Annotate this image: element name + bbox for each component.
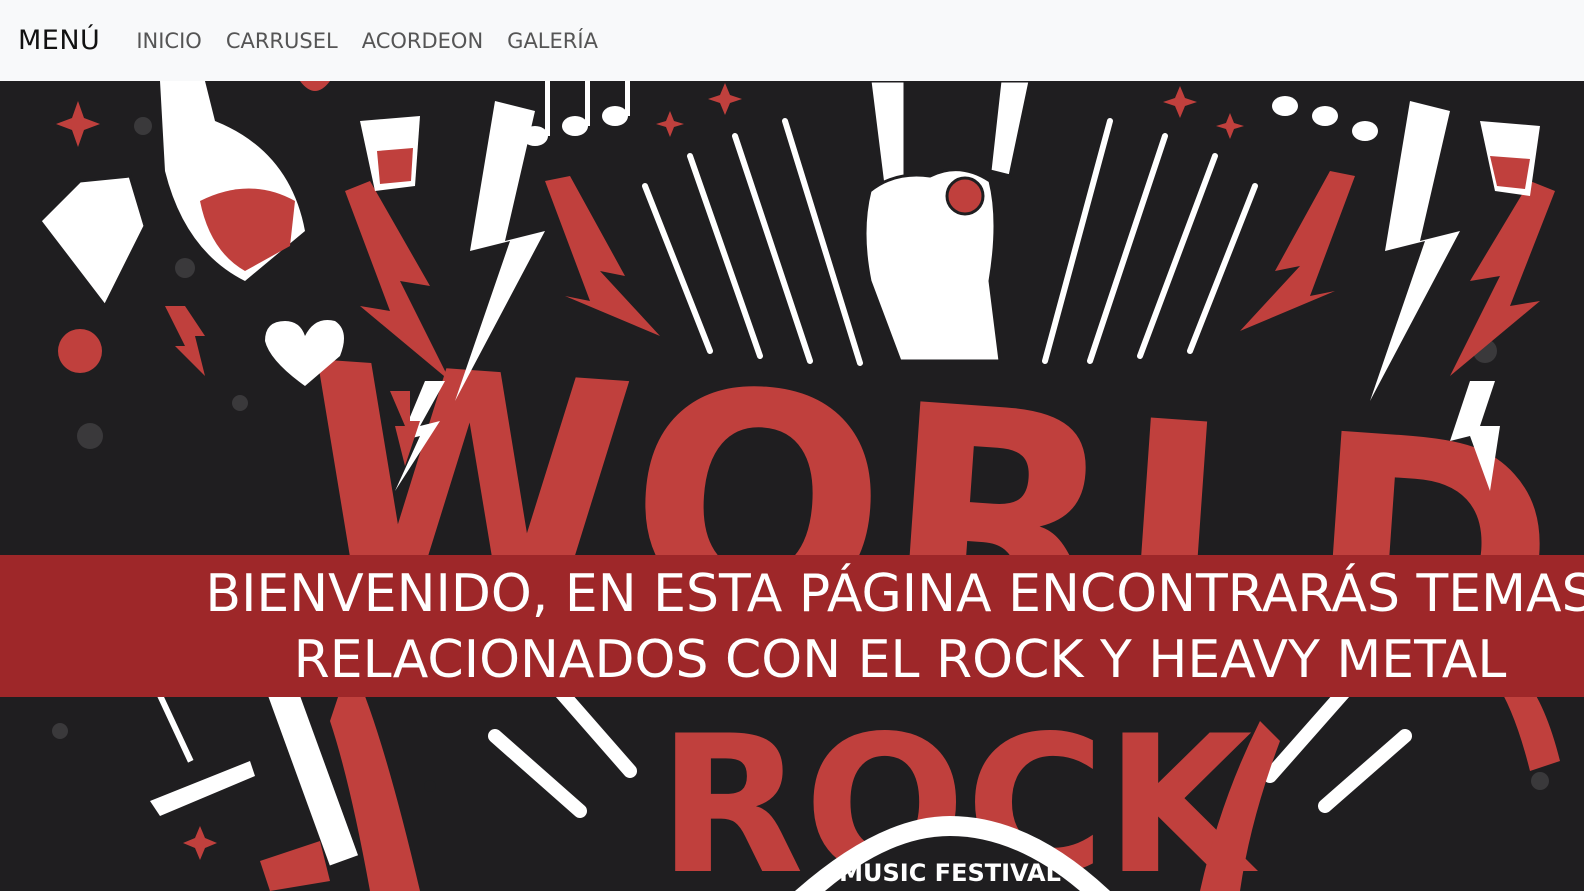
top-navbar: MENÚ INICIO CARRUSEL ACORDEON GALERÍA bbox=[0, 0, 1584, 81]
poster-lettering-festival: MUSIC FESTIVAL bbox=[839, 859, 1061, 887]
nav-link-carrusel[interactable]: CARRUSEL bbox=[226, 29, 338, 53]
welcome-banner-line-1: BIENVENIDO, EN ESTA PÁGINA ENCONTRARÁS T… bbox=[205, 564, 1584, 624]
nav-links: INICIO CARRUSEL ACORDEON GALERÍA bbox=[136, 29, 598, 53]
navbar-brand[interactable]: MENÚ bbox=[18, 25, 100, 56]
rock-festival-poster-illustration: WORLD ROCK MUSIC FESTIVAL bbox=[38, 81, 1567, 891]
welcome-banner: BIENVENIDO, EN ESTA PÁGINA ENCONTRARÁS T… bbox=[0, 555, 1584, 697]
nav-link-galeria[interactable]: GALERÍA bbox=[507, 29, 598, 53]
nav-link-acordeon[interactable]: ACORDEON bbox=[362, 29, 483, 53]
hero-poster: WORLD ROCK MUSIC FESTIVAL BIENVENIDO, EN… bbox=[0, 81, 1584, 891]
welcome-banner-line-2: RELACIONADOS CON EL ROCK Y HEAVY METAL bbox=[293, 630, 1507, 690]
nav-link-inicio[interactable]: INICIO bbox=[136, 29, 201, 53]
welcome-banner-text: BIENVENIDO, EN ESTA PÁGINA ENCONTRARÁS T… bbox=[0, 561, 1584, 693]
